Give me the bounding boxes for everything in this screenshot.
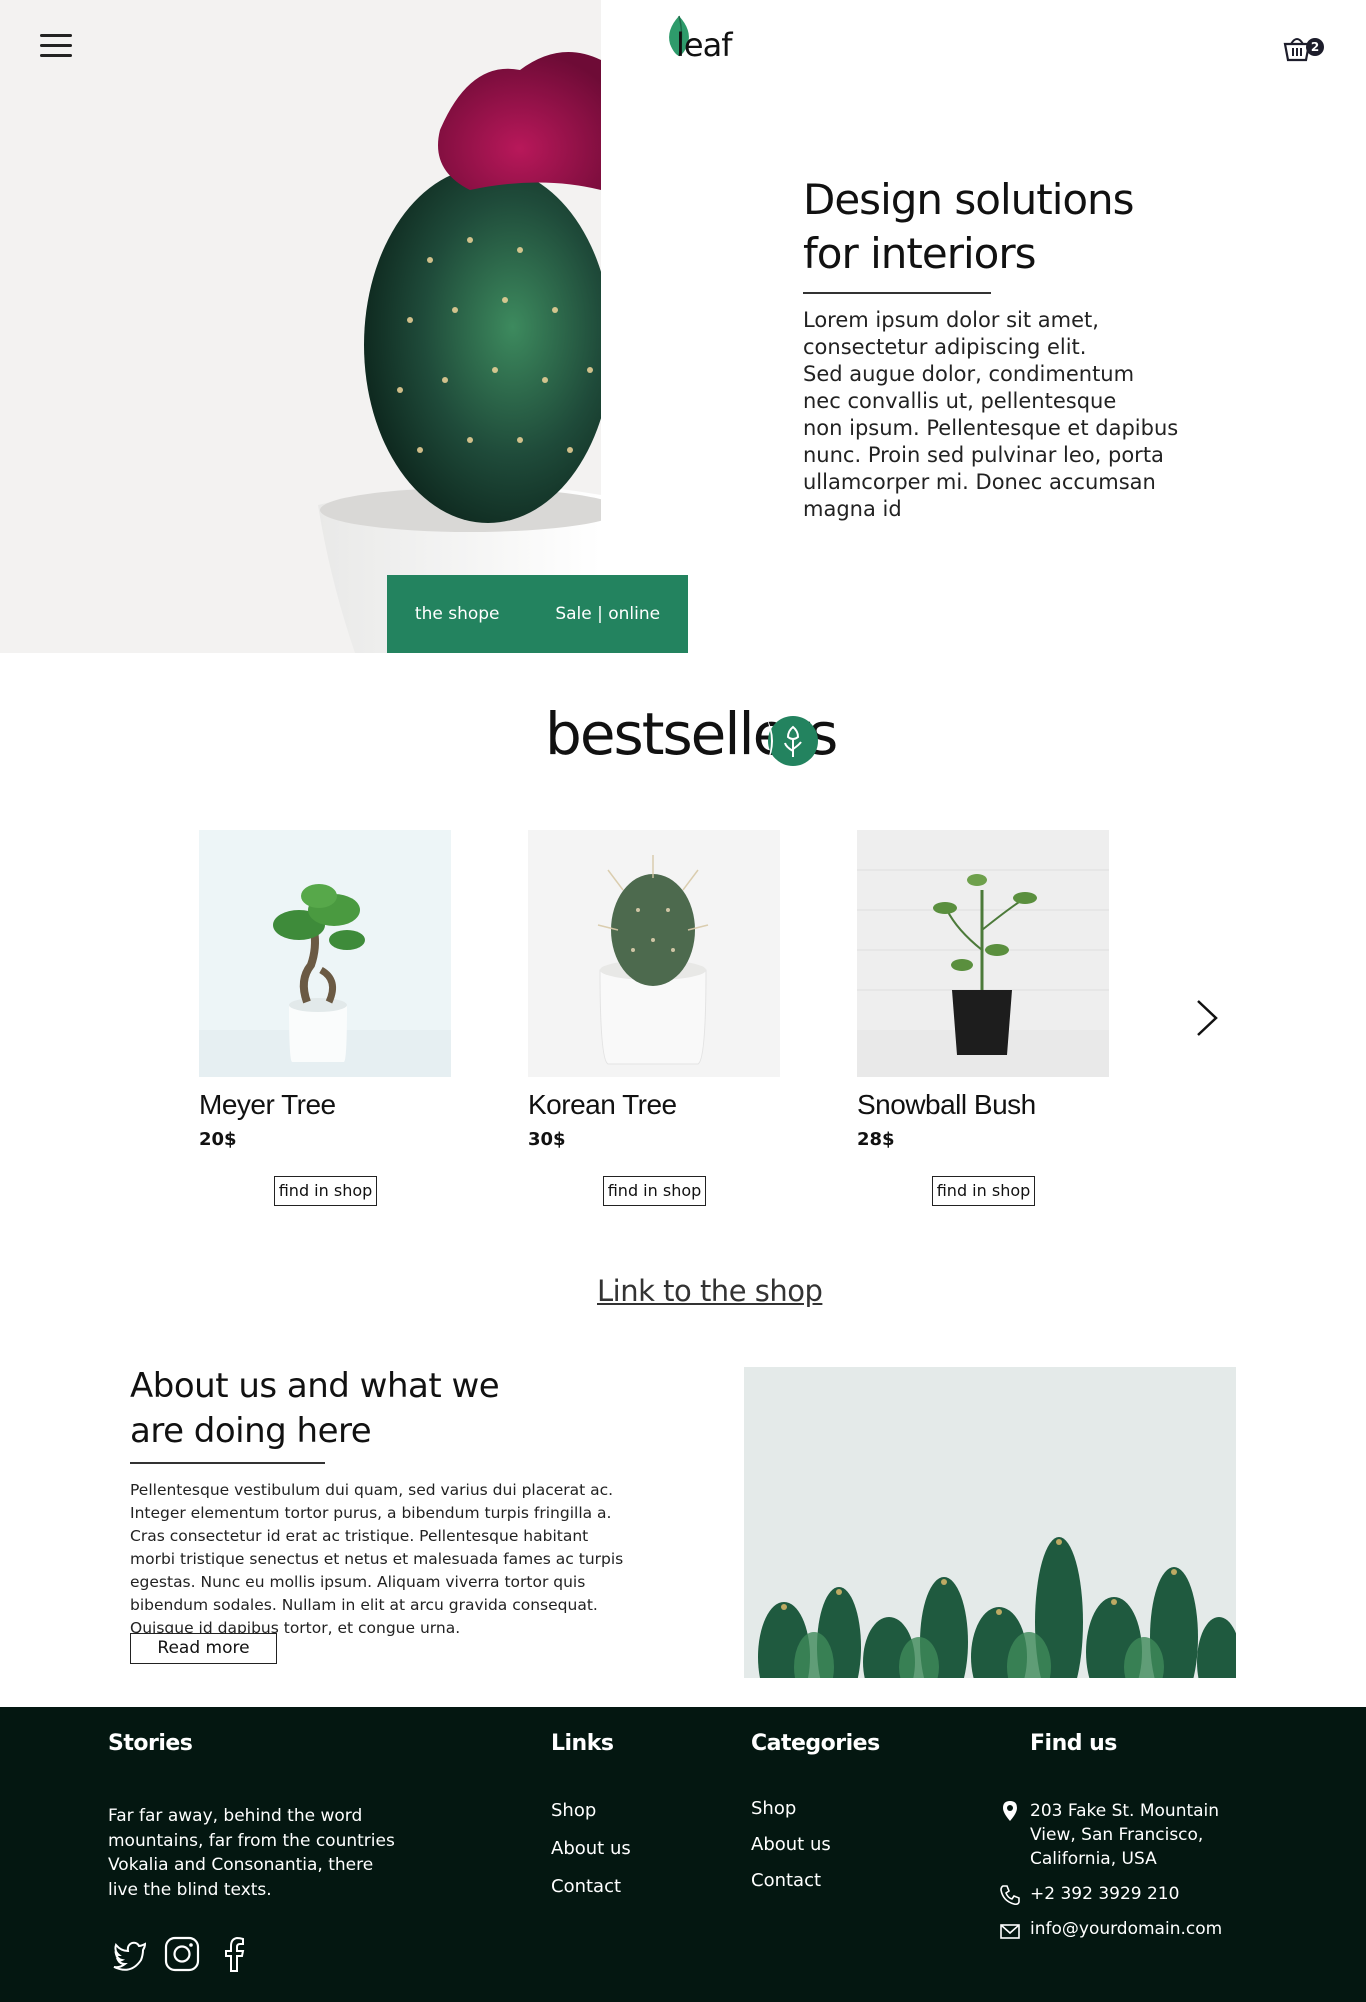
product-price: 28$: [857, 1129, 895, 1150]
footer-phone[interactable]: +2 392 3929 210: [1030, 1882, 1179, 1906]
read-more-button[interactable]: Read more: [130, 1633, 277, 1664]
logo-text: leaf: [676, 26, 732, 64]
footer-address: 203 Fake St. Mountain View, San Francisc…: [1030, 1801, 1220, 1869]
footer-stories-text: Far far away, behind the word mountains,…: [108, 1806, 395, 1900]
footer-link-shop[interactable]: Shop: [551, 1800, 596, 1821]
product-image-meyer-tree[interactable]: [199, 830, 451, 1077]
footer-heading-stories: Stories: [108, 1731, 193, 1756]
footer-link-contact[interactable]: Contact: [551, 1876, 621, 1897]
about-image: [744, 1367, 1236, 1678]
footer-heading-links: Links: [551, 1731, 614, 1756]
cart-button[interactable]: 2: [1282, 34, 1326, 66]
product-name: Snowball Bush: [857, 1089, 1036, 1120]
twitter-icon[interactable]: [111, 1935, 149, 1973]
footer-email[interactable]: info@yourdomain.com: [1030, 1917, 1222, 1941]
footer-category-shop[interactable]: Shop: [751, 1798, 796, 1819]
hero-title: Design solutions for interiors: [803, 175, 1135, 278]
product-card: Korean Tree 30$ find in shop: [528, 830, 780, 1206]
location-pin-icon: [1003, 1801, 1017, 1821]
product-name: Meyer Tree: [199, 1089, 336, 1120]
chevron-right-icon[interactable]: [1192, 997, 1222, 1039]
footer-heading-categories: Categories: [751, 1731, 880, 1756]
product-image-snowball-bush[interactable]: [857, 830, 1109, 1077]
cart-count-badge: 2: [1306, 38, 1324, 56]
tulip-badge-icon: [766, 716, 818, 766]
divider: [803, 292, 991, 294]
footer-category-contact[interactable]: Contact: [751, 1870, 821, 1891]
sale-online-link[interactable]: Sale | online: [555, 604, 660, 624]
product-card: Snowball Bush 28$ find in shop: [857, 830, 1109, 1206]
product-price: 20$: [199, 1129, 237, 1150]
hero-cta-bar: the shope Sale | online: [387, 575, 688, 653]
divider: [130, 1462, 325, 1464]
footer-category-about-us[interactable]: About us: [751, 1834, 831, 1855]
product-card: Meyer Tree 20$ find in shop: [199, 830, 451, 1206]
product-name: Korean Tree: [528, 1089, 677, 1120]
instagram-icon[interactable]: [163, 1935, 201, 1973]
hero-image: [0, 0, 601, 653]
product-image-korean-tree[interactable]: [528, 830, 780, 1077]
about-title: About us and what we are doing here: [130, 1366, 500, 1451]
footer-heading-find-us: Find us: [1030, 1731, 1117, 1756]
about-text: Pellentesque vestibulum dui quam, sed va…: [130, 1481, 624, 1637]
find-in-shop-button[interactable]: find in shop: [274, 1176, 377, 1206]
find-in-shop-button[interactable]: find in shop: [603, 1176, 706, 1206]
menu-icon[interactable]: [40, 34, 72, 58]
phone-icon: [1000, 1885, 1020, 1906]
footer-link-about-us[interactable]: About us: [551, 1838, 631, 1859]
hero-text: Lorem ipsum dolor sit amet, consectetur …: [803, 308, 1179, 521]
mail-icon: [1000, 1924, 1020, 1939]
find-in-shop-button[interactable]: find in shop: [932, 1176, 1035, 1206]
link-to-shop[interactable]: Link to the shop: [597, 1274, 823, 1308]
facebook-icon[interactable]: [215, 1935, 253, 1973]
product-price: 30$: [528, 1129, 566, 1150]
the-shope-link[interactable]: the shope: [415, 604, 500, 624]
